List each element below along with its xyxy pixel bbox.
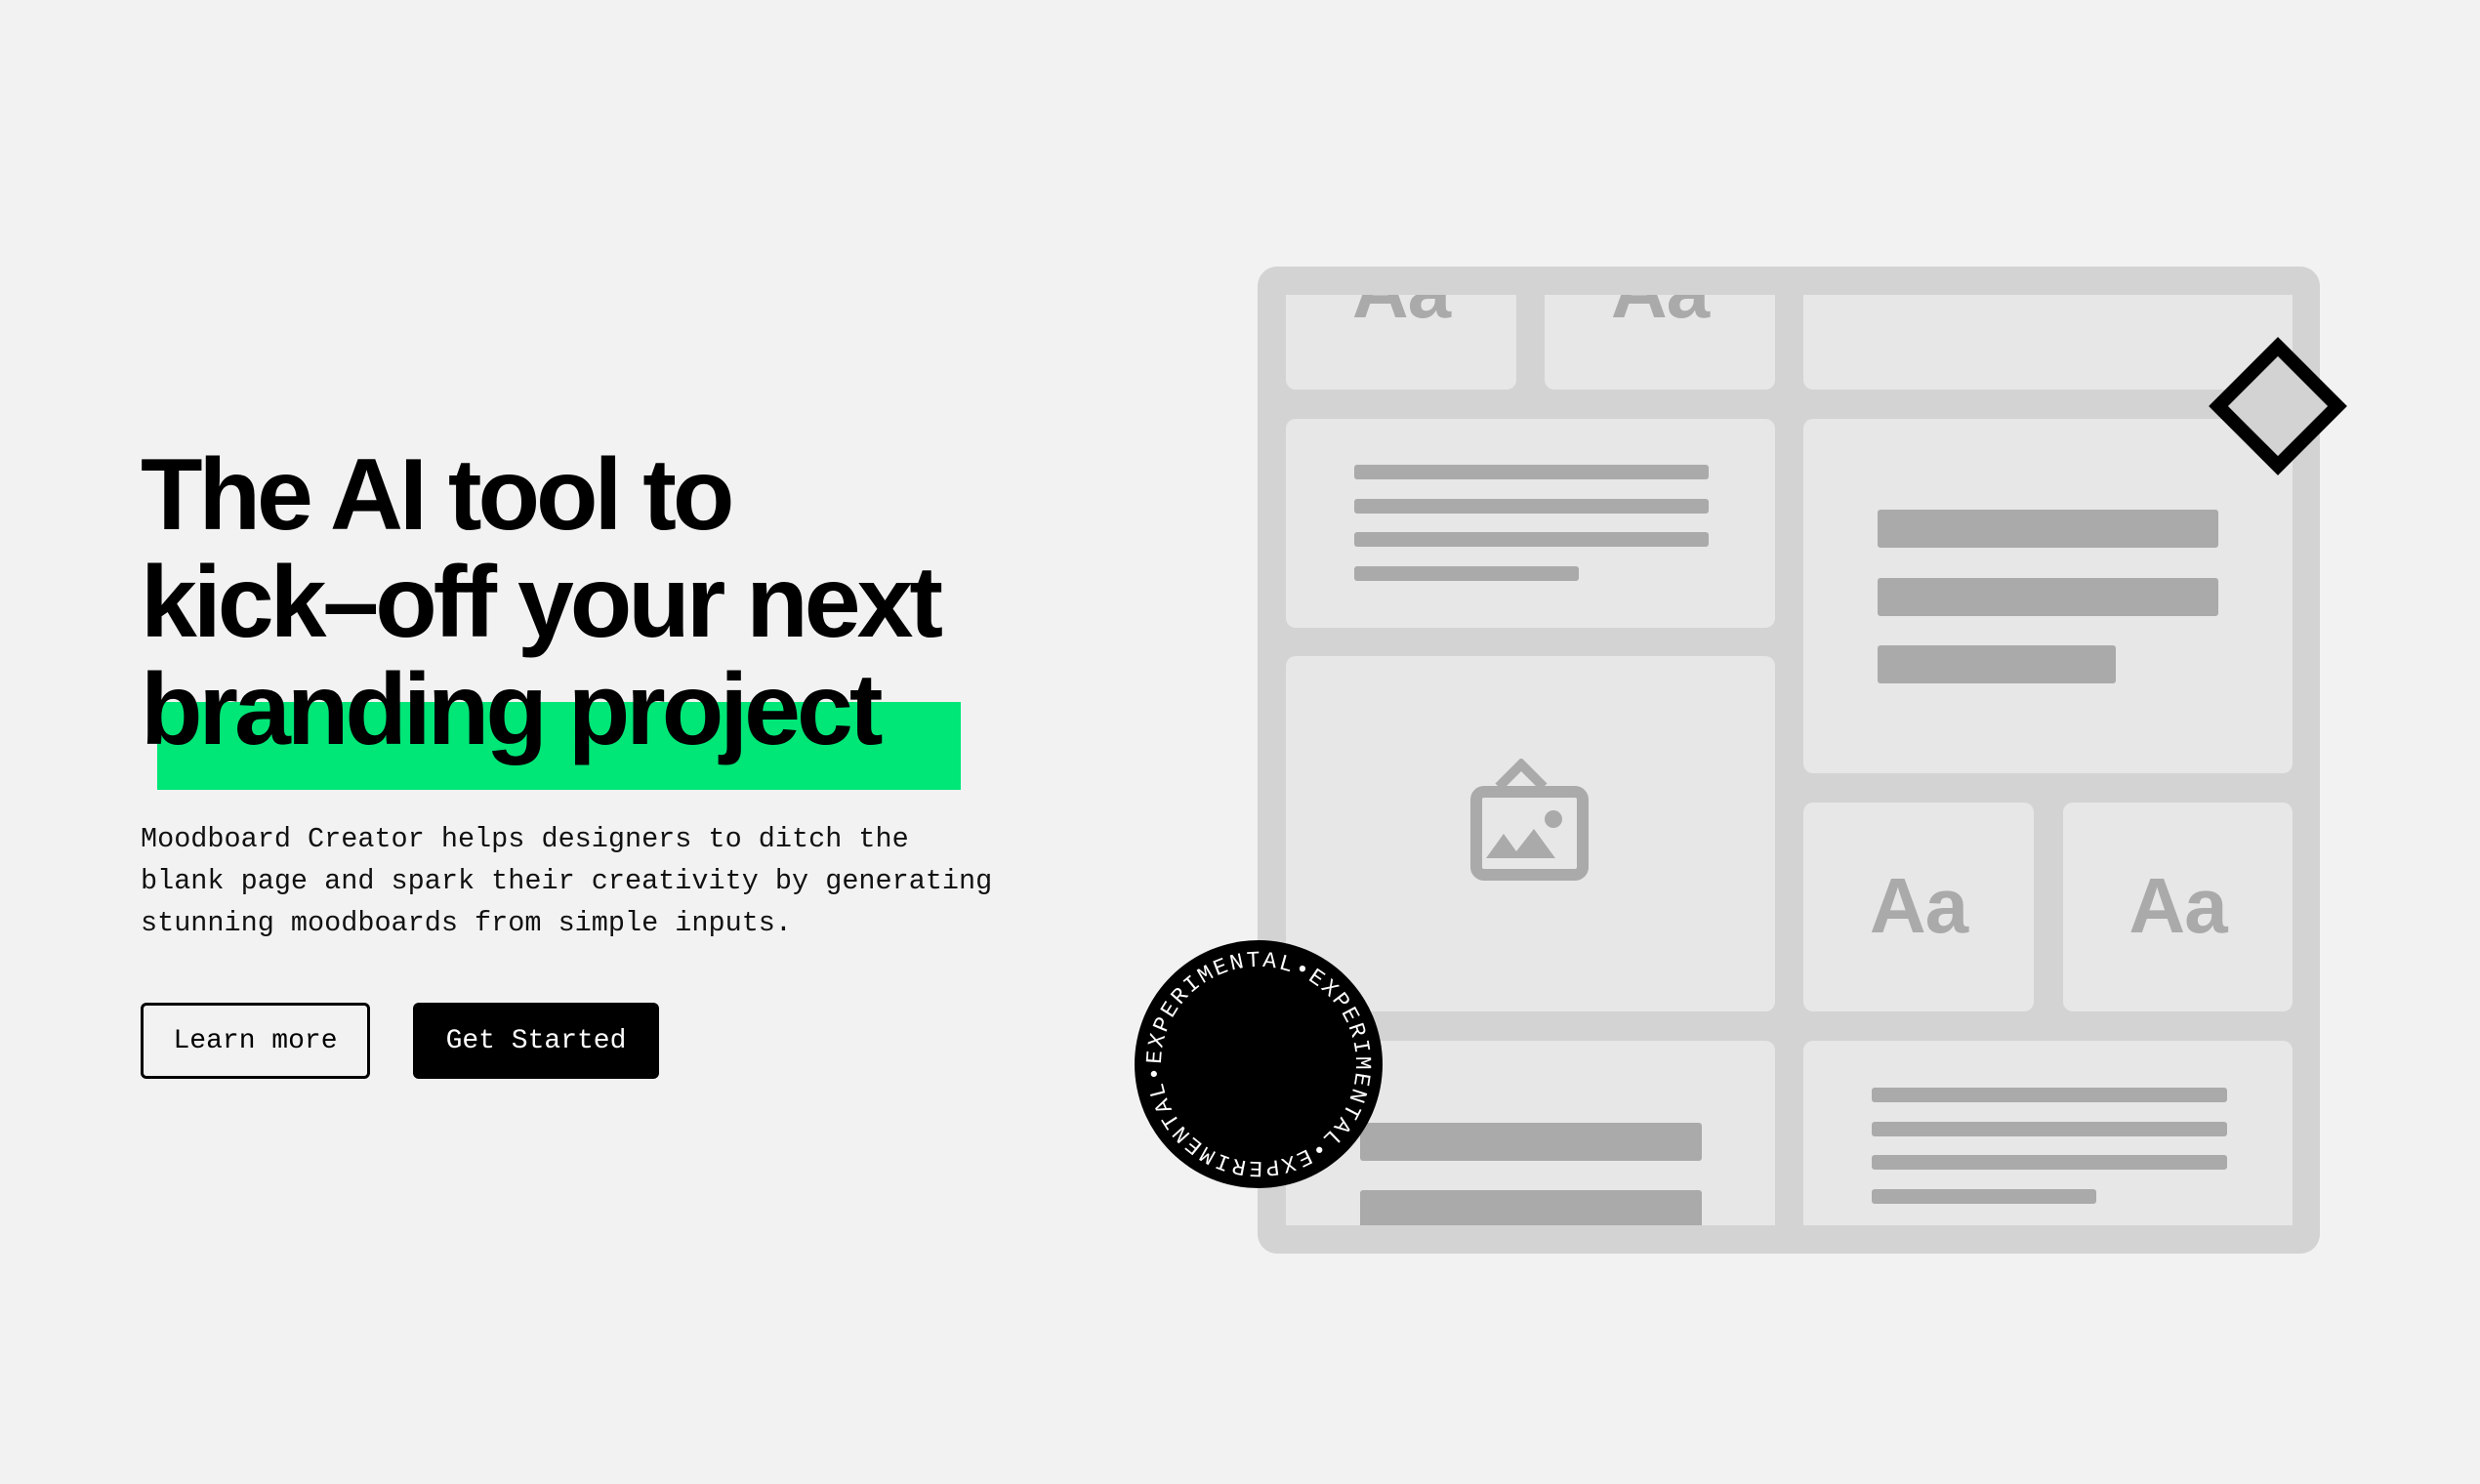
moodboard-viewport: Aa Aa (1286, 295, 2293, 1225)
type-specimen-text: Aa (2129, 862, 2227, 949)
text-lines-card (1803, 1041, 2293, 1225)
type-specimen-text: Aa (1286, 295, 1516, 336)
text-line-placeholder (1872, 1189, 2096, 1204)
learn-more-button[interactable]: Learn more (141, 1003, 370, 1079)
text-lines-card (1286, 419, 1775, 628)
description-line-2: blank page and spark their creativity by… (141, 865, 993, 897)
text-line-placeholder (1354, 532, 1709, 547)
type-card: Aa (1286, 295, 1516, 390)
text-line-placeholder (1354, 499, 1709, 514)
heading-placeholder (1878, 510, 2218, 548)
image-placeholder-icon (1470, 759, 1589, 881)
description-line-1: Moodboard Creator helps designers to dit… (141, 823, 909, 855)
type-card: Aa (1545, 295, 1775, 390)
type-card: Aa (1803, 803, 2034, 1011)
headline-line-2-text: kick–off your next (141, 546, 943, 659)
text-line-placeholder (1354, 465, 1709, 479)
hero-headline: The AI tool to kick–off your next brandi… (141, 441, 961, 790)
heading-placeholder (1360, 1123, 1702, 1161)
heading-placeholder (1878, 578, 2218, 616)
heading-placeholder (1360, 1190, 1702, 1225)
badge-circle (1135, 940, 1383, 1188)
text-line-placeholder (1354, 566, 1579, 581)
description-line-3: stunning moodboards from simple inputs. (141, 907, 793, 939)
get-started-button[interactable]: Get Started (413, 1003, 659, 1079)
diamond-icon (2209, 337, 2347, 475)
headline-line-3-text: branding project (141, 653, 883, 766)
heading-placeholder (1878, 645, 2116, 683)
moodboard-preview: Aa Aa (1258, 267, 2320, 1254)
headline-line-1-text: The AI tool to (141, 438, 734, 552)
headline-line-3: branding project (141, 656, 939, 763)
experimental-badge: EXPERIMENTAL•EXPERIMENTAL•EXPERIMENTAL• (1135, 940, 1383, 1188)
text-line-placeholder (1872, 1155, 2227, 1170)
type-card: Aa (2063, 803, 2293, 1011)
text-line-placeholder (1872, 1088, 2227, 1102)
hero-description: Moodboard Creator helps designers to dit… (141, 818, 1019, 944)
headline-line-2: kick–off your next (141, 546, 943, 659)
type-specimen-text: Aa (1545, 295, 1775, 336)
text-line-placeholder (1872, 1122, 2227, 1136)
type-specimen-text: Aa (1869, 862, 1968, 949)
headline-line-1: The AI tool to (141, 441, 939, 549)
